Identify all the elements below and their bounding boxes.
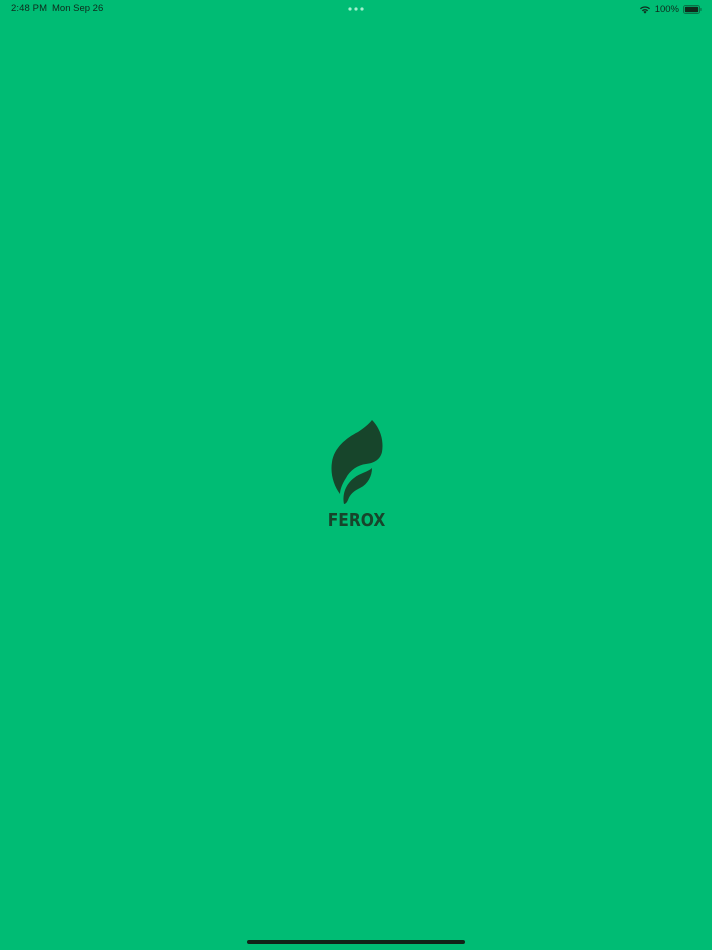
- brand-name: FEROX: [327, 510, 385, 531]
- status-date: Mon Sep 26: [52, 3, 104, 14]
- status-right-group: 100%: [639, 3, 702, 15]
- wifi-icon: [639, 5, 650, 14]
- multitask-dots-icon[interactable]: [348, 7, 364, 11]
- battery-percentage: 100%: [654, 3, 679, 15]
- leaf-icon: [331, 420, 383, 504]
- status-bar: 2:48 PM Mon Sep 26 100%: [0, 0, 712, 18]
- brand-logo: FEROX: [0, 418, 712, 530]
- splash-screen: 2:48 PM Mon Sep 26 100% FEROX: [0, 0, 712, 950]
- battery-icon: [683, 4, 702, 14]
- home-indicator[interactable]: [247, 940, 465, 944]
- status-time: 2:48 PM: [11, 3, 48, 14]
